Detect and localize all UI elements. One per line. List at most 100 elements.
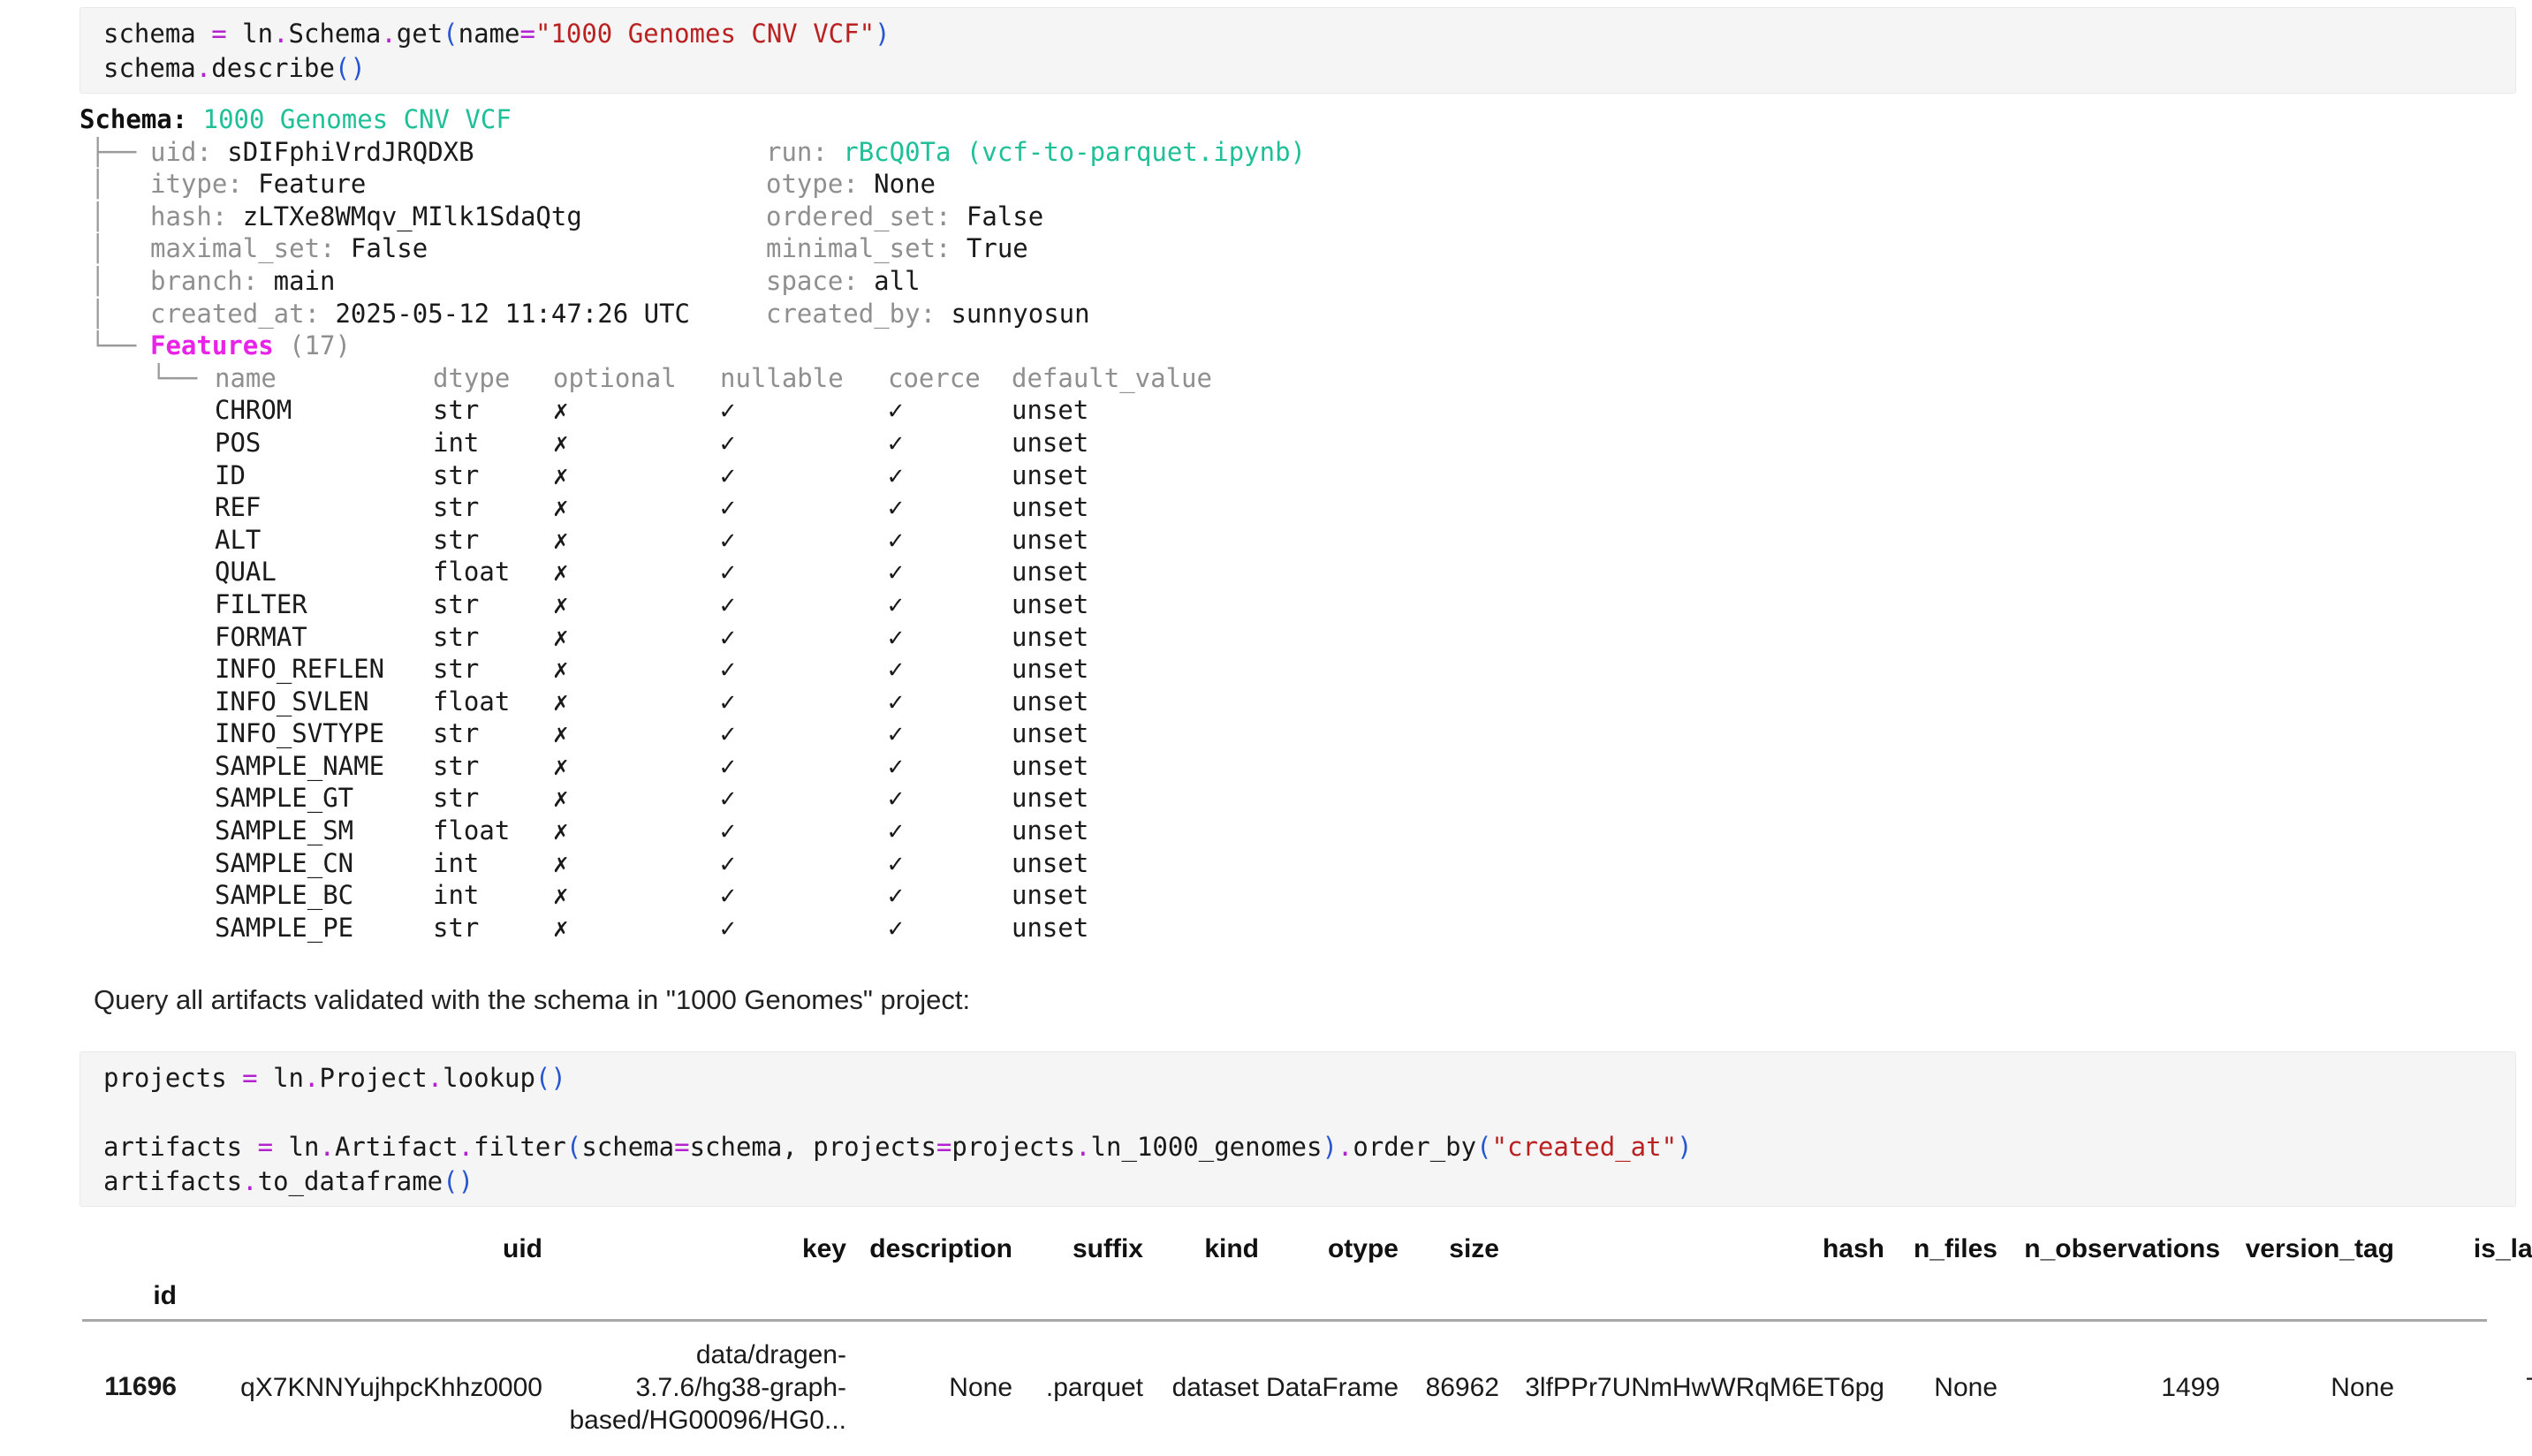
- df-header-row: uidkeydescriptionsuffixkindotypesizehash…: [82, 1225, 2532, 1274]
- code-token: .: [304, 1063, 319, 1093]
- attr-label: ordered_set:: [766, 201, 951, 231]
- code-token: (: [443, 1166, 458, 1196]
- feature-name: ALT: [215, 524, 433, 557]
- code-line: artifacts.to_dataframe(): [103, 1164, 2492, 1199]
- feature-nullable-mark: ✓: [720, 750, 888, 783]
- feature-name: INFO_SVLEN: [215, 686, 433, 718]
- feature-row: INFO_SVTYPE str ✗ ✓ ✓ unset: [80, 717, 1306, 750]
- tree-branch-glyph: │: [80, 298, 150, 330]
- code-token: schema: [103, 53, 196, 83]
- attr-label: hash:: [150, 201, 227, 231]
- attr-label: created_at:: [150, 299, 320, 329]
- feature-nullable-mark: ✓: [720, 588, 888, 621]
- feature-coerce-mark: ✓: [888, 524, 1012, 557]
- feature-name: POS: [215, 427, 433, 459]
- feature-name: FORMAT: [215, 621, 433, 654]
- feature-default-value: unset: [1012, 686, 1306, 718]
- attr-pair-left: uid:sDIFphiVrdJRQDXB: [150, 136, 766, 169]
- feature-nullable-mark: ✓: [720, 717, 888, 750]
- feature-nullable-mark: ✓: [720, 912, 888, 944]
- code-line: artifacts = ln.Artifact.filter(schema=sc…: [103, 1130, 2492, 1164]
- feature-coerce-mark: ✓: [888, 621, 1012, 654]
- feature-row: SAMPLE_SM float ✗ ✓ ✓ unset: [80, 815, 1306, 847]
- code-token: filter: [474, 1132, 566, 1162]
- attr-value: zLTXe8WMqv_MIlk1SdaQtg: [243, 201, 582, 231]
- feature-row: REF str ✗ ✓ ✓ unset: [80, 491, 1306, 524]
- feature-default-value: unset: [1012, 717, 1306, 750]
- feature-nullable-mark: ✓: [720, 879, 888, 912]
- feature-coerce-mark: ✓: [888, 782, 1012, 815]
- features-column-header: nullable: [720, 362, 888, 395]
- tree-row: │ hash:zLTXe8WMqv_MIlk1SdaQtg ordered_se…: [80, 201, 1306, 233]
- feature-coerce-mark: ✓: [888, 879, 1012, 912]
- feature-optional-mark: ✗: [553, 556, 720, 588]
- attr-label: minimal_set:: [766, 233, 951, 263]
- features-header-row: └── namedtypeoptionalnullablecoercedefau…: [80, 362, 1306, 395]
- attr-value: None: [874, 169, 936, 199]
- feature-nullable-mark: ✓: [720, 621, 888, 654]
- code-token: ): [350, 53, 365, 83]
- code-token: schema: [581, 1132, 674, 1162]
- df-column-header: kind: [1143, 1225, 1259, 1274]
- schema-title: Schema:1000 Genomes CNV VCF: [80, 103, 1306, 136]
- feature-dtype: str: [433, 524, 553, 557]
- feature-row: SAMPLE_PE str ✗ ✓ ✓ unset: [80, 912, 1306, 944]
- feature-row: POS int ✗ ✓ ✓ unset: [80, 427, 1306, 459]
- attr-value: all: [874, 266, 920, 296]
- tree-branch-glyph: └──: [80, 330, 150, 362]
- tree-branch-glyph: │: [80, 168, 150, 201]
- feature-optional-mark: ✗: [553, 394, 720, 427]
- feature-row: SAMPLE_NAME str ✗ ✓ ✓ unset: [80, 750, 1306, 783]
- code-token: ): [1677, 1132, 1692, 1162]
- df-row: 11696 qX7KNNYujhpcKhhz0000 data/dragen-3…: [82, 1318, 2532, 1456]
- feature-row: SAMPLE_BC int ✗ ✓ ✓ unset: [80, 879, 1306, 912]
- code-token: ): [459, 1166, 474, 1196]
- df-column-header: n_observations: [1998, 1225, 2220, 1274]
- feature-default-value: unset: [1012, 556, 1306, 588]
- feature-name: INFO_REFLEN: [215, 653, 433, 686]
- feature-nullable-mark: ✓: [720, 459, 888, 492]
- df-cell-n-files: None: [1884, 1318, 1998, 1456]
- tree-branch-glyph: │: [80, 232, 150, 265]
- feature-nullable-mark: ✓: [720, 686, 888, 718]
- feature-name: SAMPLE_NAME: [215, 750, 433, 783]
- code-token: ): [550, 1063, 565, 1093]
- feature-nullable-mark: ✓: [720, 556, 888, 588]
- tree-row: │ created_at:2025-05-12 11:47:26 UTC cre…: [80, 298, 1306, 330]
- code-token: =: [258, 1132, 273, 1162]
- attr-pair-right: ordered_set:False: [766, 201, 1306, 233]
- feature-name: CHROM: [215, 394, 433, 427]
- tree-row: ├── uid:sDIFphiVrdJRQDXB run:rBcQ0Ta (vc…: [80, 136, 1306, 169]
- feature-default-value: unset: [1012, 653, 1306, 686]
- feature-dtype: str: [433, 621, 553, 654]
- features-label: Features: [150, 330, 274, 360]
- attr-value: True: [967, 233, 1028, 263]
- attr-pair-right: space:all: [766, 265, 1306, 298]
- df-header-blank: [82, 1225, 177, 1274]
- feature-default-value: unset: [1012, 912, 1306, 944]
- feature-default-value: unset: [1012, 782, 1306, 815]
- feature-row: SAMPLE_GT str ✗ ✓ ✓ unset: [80, 782, 1306, 815]
- code-token: =: [211, 19, 226, 49]
- feature-optional-mark: ✗: [553, 524, 720, 557]
- attr-pair-left: maximal_set:False: [150, 232, 766, 265]
- feature-nullable-mark: ✓: [720, 524, 888, 557]
- df-column-header: uid: [177, 1225, 542, 1274]
- attr-pair-left: hash: zLTXe8WMqv_MIlk1SdaQtg: [150, 201, 766, 233]
- feature-name: SAMPLE_CN: [215, 847, 433, 880]
- df-cell-is-latest: True: [2394, 1318, 2532, 1456]
- feature-dtype: str: [433, 588, 553, 621]
- attr-label: maximal_set:: [150, 233, 336, 263]
- code-token: .: [428, 1063, 443, 1093]
- code-token: to_dataframe: [258, 1166, 443, 1196]
- attr-value: Feature: [258, 169, 366, 199]
- df-cell-otype: DataFrame: [1259, 1318, 1399, 1456]
- tree-branch-glyph: ├──: [80, 136, 150, 169]
- dataframe-table: uidkeydescriptionsuffixkindotypesizehash…: [82, 1225, 2532, 1456]
- feature-default-value: unset: [1012, 459, 1306, 492]
- code-cell-1: schema = ln.Schema.get(name="1000 Genome…: [80, 7, 2516, 94]
- code-token: ln: [258, 1063, 304, 1093]
- attr-value: main: [274, 266, 336, 296]
- feature-coerce-mark: ✓: [888, 847, 1012, 880]
- feature-nullable-mark: ✓: [720, 491, 888, 524]
